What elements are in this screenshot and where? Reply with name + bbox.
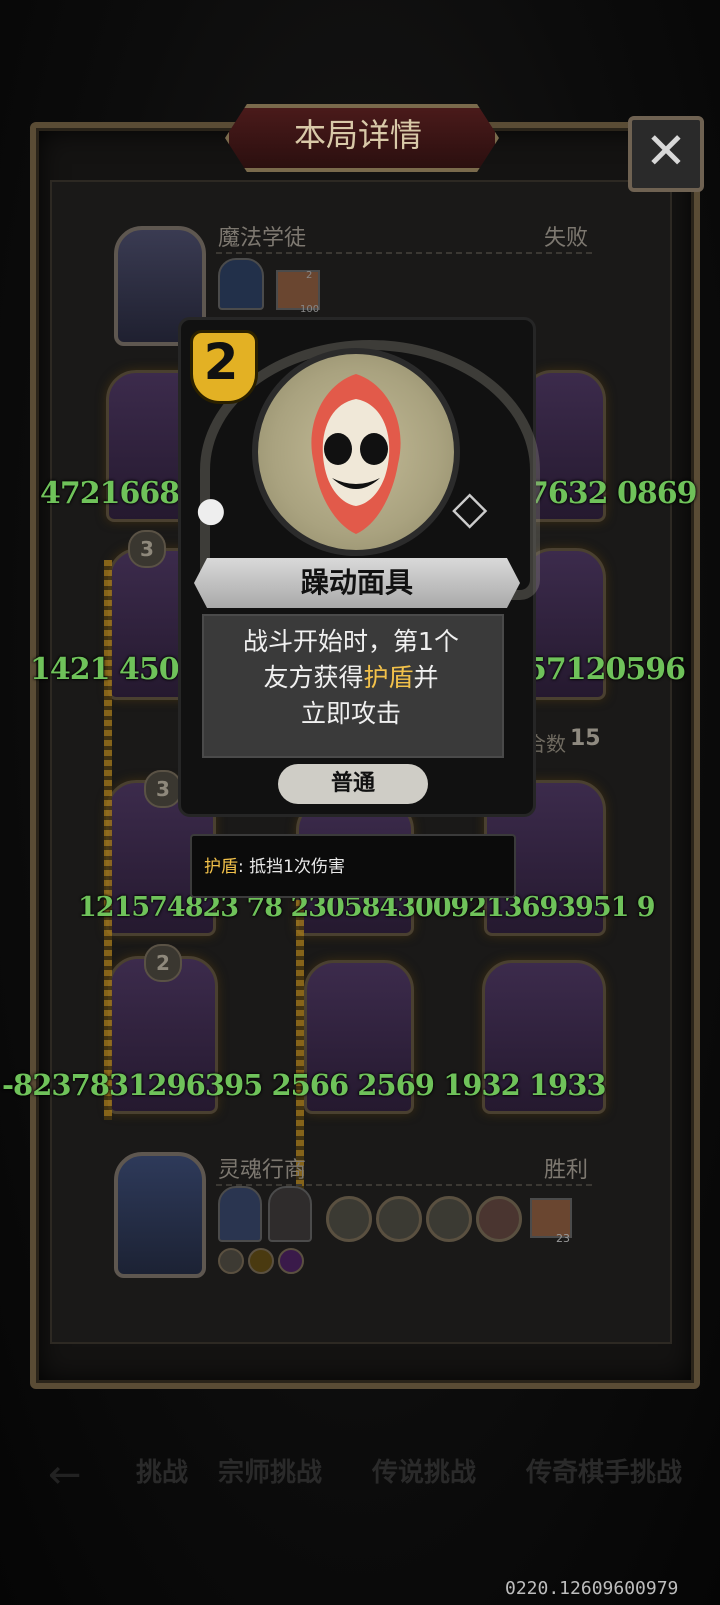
nav-master-challenge[interactable]: 宗师挑战 — [218, 1452, 322, 1489]
level-badge: 3 — [144, 770, 182, 808]
shield-keyword[interactable]: 护盾 — [363, 663, 413, 692]
player-name: 魔法学徒 — [218, 226, 307, 251]
nav-legend-challenge[interactable]: 传说挑战 — [372, 1452, 476, 1489]
tooltip-keyword: 护盾 — [204, 857, 238, 877]
unit-icon[interactable] — [218, 1186, 262, 1242]
debug-number: 4721668 — [40, 476, 180, 511]
house-sub-count: 100 — [300, 304, 320, 315]
unit-icon[interactable] — [268, 1186, 312, 1242]
debug-number: 1421 450 — [30, 652, 180, 687]
rarity-badge: 普通 — [278, 764, 428, 804]
crystal-icon: ◇ — [452, 480, 488, 534]
divider — [216, 252, 592, 254]
paw-icon: ● — [196, 490, 226, 530]
buff-icon — [248, 1248, 274, 1274]
house-count: 2 — [306, 270, 313, 281]
buff-icon — [278, 1248, 304, 1274]
level-badge: 2 — [144, 944, 182, 982]
desc-line: 战斗开始时，第1个 — [243, 627, 459, 656]
round-value: 15 — [570, 726, 601, 751]
chain-decoration — [296, 900, 304, 1190]
dialog-title: 本局详情 — [293, 116, 422, 154]
item-coin-icon[interactable] — [426, 1196, 472, 1242]
tooltip-text: 护盾: 抵挡1次伤害 — [204, 852, 345, 877]
nav-challenge[interactable]: 挑战 — [136, 1452, 188, 1489]
card-description: 战斗开始时，第1个 友方获得护盾并 立即攻击 — [202, 624, 500, 732]
version-label: 0220.12609600979 — [505, 1578, 679, 1599]
card-name: 躁动面具 — [300, 566, 413, 599]
tooltip-desc: : 抵挡1次伤害 — [238, 857, 345, 877]
desc-line: 立即攻击 — [300, 699, 401, 728]
card-cost: 2 — [203, 333, 239, 391]
player-result: 胜利 — [544, 1158, 589, 1183]
desc-text: 并 — [413, 663, 439, 692]
back-arrow-icon[interactable]: ← — [48, 1455, 88, 1495]
nav-legendary-player-challenge[interactable]: 传奇棋手挑战 — [526, 1452, 682, 1489]
debug-number: -8237831296395 2566 2569 1932 1933 — [2, 1068, 607, 1102]
player-avatar-soul-merchant[interactable] — [114, 1152, 206, 1278]
player-name: 灵魂行商 — [218, 1158, 307, 1183]
player-result: 失败 — [544, 226, 589, 251]
desc-text: 友方获得 — [263, 663, 364, 692]
mask-art — [252, 348, 460, 556]
mask-item-icon[interactable] — [476, 1196, 522, 1242]
buff-icon — [218, 1248, 244, 1274]
chain-decoration — [104, 560, 112, 1120]
close-button[interactable]: ✕ — [628, 116, 704, 192]
divider — [216, 1184, 592, 1186]
house-count: 23 — [556, 1232, 570, 1245]
desc-line: 友方获得护盾并 — [202, 660, 500, 696]
restless-mask-icon — [311, 374, 401, 534]
unit-icon[interactable] — [218, 258, 264, 310]
debug-number: 7632 0869 — [528, 476, 697, 511]
debug-number: 57120596 — [526, 652, 686, 687]
item-coin-icon[interactable] — [326, 1196, 372, 1242]
level-badge: 3 — [128, 530, 166, 568]
item-coin-icon[interactable] — [376, 1196, 422, 1242]
